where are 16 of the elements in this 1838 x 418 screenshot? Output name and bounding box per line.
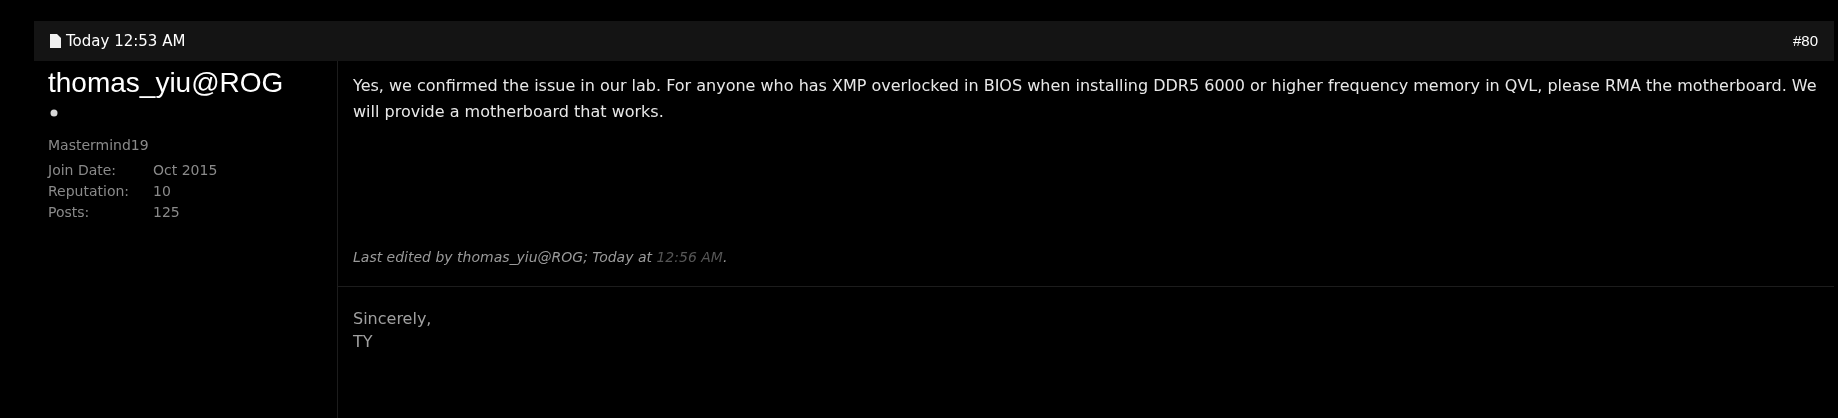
stat-label: Join Date: bbox=[48, 161, 118, 180]
stat-label: Reputation: bbox=[48, 182, 131, 201]
stat-value: Oct 2015 bbox=[153, 161, 218, 180]
status-dot-icon bbox=[50, 109, 58, 117]
stat-label: Posts: bbox=[48, 203, 91, 222]
document-icon bbox=[50, 34, 61, 48]
post-date: Today 12:53 AM bbox=[66, 30, 186, 52]
post-number-link[interactable]: #80 bbox=[1792, 29, 1818, 53]
post-message: Yes, we confirmed the issue in our lab. For anyone who has XMP overlocked in BIOS when installing DDR5 6000 or higher frequency memory in QVL, please RMA the motherboard. We will provide a motherboard that works. bbox=[353, 75, 1818, 123]
signature-line: Sincerely, bbox=[353, 308, 433, 330]
signature-line: TY bbox=[353, 331, 374, 353]
stat-value: 125 bbox=[153, 203, 180, 222]
stat-value: 10 bbox=[153, 182, 171, 201]
user-rank: Mastermind19 bbox=[48, 136, 150, 155]
edit-note: Last edited by thomas_yiu@ROG; Today at 12:56 AM. bbox=[353, 248, 729, 267]
username-link[interactable]: thomas_yiu@ROG bbox=[48, 66, 337, 100]
